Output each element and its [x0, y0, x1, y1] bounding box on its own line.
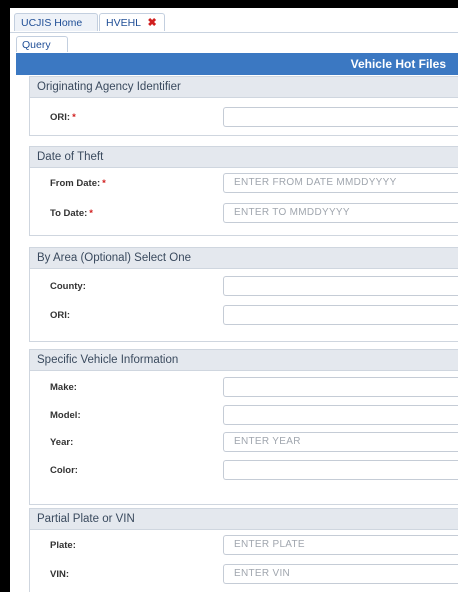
tab-ucjis-home[interactable]: UCJIS Home: [14, 13, 98, 31]
page-title-bar: Vehicle Hot Files: [16, 53, 458, 75]
year-row: Year: ENTER YEAR: [30, 432, 458, 454]
vin-input[interactable]: ENTER VIN: [223, 564, 458, 584]
plate-row: Plate: ENTER PLATE: [30, 535, 458, 557]
color-input[interactable]: [223, 460, 458, 480]
required-marker: *: [89, 208, 93, 219]
model-row: Model:: [30, 405, 458, 427]
make-label: Make:: [50, 382, 77, 393]
section-date-title: Date of Theft: [30, 147, 458, 168]
year-label: Year:: [50, 437, 74, 448]
make-input[interactable]: [223, 377, 458, 397]
tab-query[interactable]: Query: [16, 36, 68, 52]
section-area-title: By Area (Optional) Select One: [30, 248, 458, 269]
ori-label: ORI: *: [50, 112, 76, 123]
plate-label: Plate:: [50, 540, 76, 551]
from-date-row: From Date: * ENTER FROM DATE MMDDYYYY: [30, 173, 458, 195]
tab-hvehl-label: HVEHL: [106, 17, 141, 29]
section-by-area: By Area (Optional) Select One County: OR…: [29, 247, 458, 342]
section-date-of-theft: Date of Theft From Date: * ENTER FROM DAT…: [29, 146, 458, 236]
area-ori-input[interactable]: [223, 305, 458, 325]
county-input[interactable]: [223, 276, 458, 296]
area-ori-row: ORI:: [30, 305, 458, 327]
ori-row: ORI: *: [30, 107, 458, 129]
section-ori-title: Originating Agency Identifier: [30, 77, 458, 98]
county-label: County:: [50, 281, 86, 292]
make-row: Make:: [30, 377, 458, 399]
close-icon[interactable]: ✖: [148, 17, 157, 29]
to-date-input[interactable]: ENTER TO MMDDYYYY: [223, 203, 458, 223]
county-row: County:: [30, 276, 458, 298]
model-label: Model:: [50, 410, 81, 421]
color-row: Color:: [30, 460, 458, 482]
tab-hvehl[interactable]: HVEHL ✖: [99, 13, 165, 31]
top-tab-bar: UCJIS Home HVEHL ✖: [10, 8, 458, 33]
required-marker: *: [102, 178, 106, 189]
tab-query-label: Query: [22, 39, 51, 51]
year-input[interactable]: ENTER YEAR: [223, 432, 458, 452]
section-ori: Originating Agency Identifier ORI: *: [29, 76, 458, 136]
area-ori-label: ORI:: [50, 310, 71, 321]
app-frame: UCJIS Home HVEHL ✖ Query Vehicle Hot Fil…: [10, 8, 458, 592]
vin-row: VIN: ENTER VIN: [30, 564, 458, 586]
section-plate-vin: Partial Plate or VIN Plate: ENTER PLATE …: [29, 508, 458, 592]
from-date-input[interactable]: ENTER FROM DATE MMDDYYYY: [223, 173, 458, 193]
to-date-label: To Date: *: [50, 208, 93, 219]
model-input[interactable]: [223, 405, 458, 425]
plate-input[interactable]: ENTER PLATE: [223, 535, 458, 555]
required-marker: *: [72, 112, 76, 123]
section-vehicle-info: Specific Vehicle Information Make: Model…: [29, 349, 458, 505]
ori-input[interactable]: [223, 107, 458, 127]
tab-ucjis-home-label: UCJIS Home: [21, 17, 83, 29]
section-vehicle-title: Specific Vehicle Information: [30, 350, 458, 371]
section-plate-title: Partial Plate or VIN: [30, 509, 458, 530]
to-date-row: To Date: * ENTER TO MMDDYYYY: [30, 203, 458, 225]
vin-label: VIN:: [50, 569, 69, 580]
from-date-label: From Date: *: [50, 178, 106, 189]
color-label: Color:: [50, 465, 78, 476]
page-title: Vehicle Hot Files: [350, 57, 446, 71]
